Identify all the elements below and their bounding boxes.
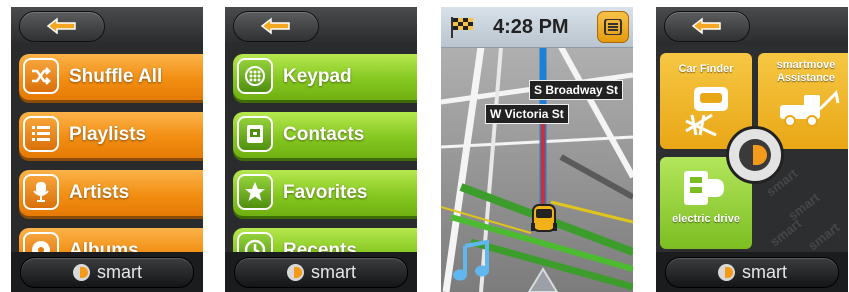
back-button[interactable] xyxy=(664,11,750,42)
smart-home-button[interactable]: smart xyxy=(665,257,839,288)
top-bar xyxy=(11,7,203,45)
car-icon xyxy=(531,204,557,232)
electric-plug-icon xyxy=(684,171,724,205)
navigation-header: 4:28 PM xyxy=(441,7,633,48)
smart-logo-icon xyxy=(287,264,304,281)
dialpad-icon xyxy=(237,58,273,94)
checkered-flag-icon xyxy=(451,17,473,38)
back-button[interactable] xyxy=(19,11,105,42)
menu-button[interactable] xyxy=(597,11,629,43)
menu-item-artists[interactable]: Artists xyxy=(11,165,203,220)
menu-item-label: Favorites xyxy=(283,182,368,203)
menu-icon xyxy=(604,19,622,35)
shuffle-icon xyxy=(23,58,59,94)
bottom-bar: smart xyxy=(225,252,417,292)
music-menu-panel: Shuffle All Playlists Artists Albums sma… xyxy=(11,7,203,292)
smart-home-button[interactable]: smart xyxy=(234,257,408,288)
phone-menu-panel: Keypad Contacts Favorites Recents smart xyxy=(225,7,417,292)
smart-logo-icon xyxy=(739,139,771,171)
smart-home-button[interactable]: smart xyxy=(20,257,194,288)
smart-logo-icon xyxy=(73,264,90,281)
smart-logo-icon xyxy=(718,264,735,281)
brand-label: smart xyxy=(97,262,142,282)
menu-item-label: Shuffle All xyxy=(69,66,163,87)
watermark-text: smart xyxy=(805,219,843,254)
tile-title: smartmove Assistance xyxy=(776,59,836,84)
car-finder-icon xyxy=(685,87,728,137)
smart-hub-button[interactable] xyxy=(726,126,784,184)
watermark-text: smart xyxy=(767,215,805,250)
top-bar xyxy=(225,7,417,45)
menu-item-label: Artists xyxy=(69,182,130,203)
menu-item-contacts[interactable]: Contacts xyxy=(225,107,417,162)
top-bar xyxy=(656,7,848,45)
back-button[interactable] xyxy=(233,11,319,42)
star-icon xyxy=(237,174,273,210)
clock-time: 4:28 PM xyxy=(493,16,569,38)
brand-label: smart xyxy=(742,262,787,282)
bottom-bar: smart xyxy=(11,252,203,292)
smart-menu-panel: smart smart smart smart Car Finder smart… xyxy=(656,7,848,292)
back-arrow-icon xyxy=(691,17,721,35)
tow-truck-icon xyxy=(780,89,840,127)
tile-title: electric drive xyxy=(672,213,740,225)
navigation-map-panel: 4:28 PM S Broadway St W Victoria St xyxy=(441,7,633,292)
menu-item-keypad[interactable]: Keypad xyxy=(225,49,417,104)
list-icon xyxy=(23,116,59,152)
menu-item-label: Keypad xyxy=(283,66,352,87)
bottom-bar: smart xyxy=(656,252,848,292)
back-arrow-icon xyxy=(46,17,76,35)
street-label-broadway: S Broadway St xyxy=(529,80,624,100)
back-arrow-icon xyxy=(260,17,290,35)
brand-label: smart xyxy=(311,262,356,282)
phone-book-icon xyxy=(237,116,273,152)
menu-item-label: Contacts xyxy=(283,124,365,145)
menu-item-shuffle-all[interactable]: Shuffle All xyxy=(11,49,203,104)
menu-item-playlists[interactable]: Playlists xyxy=(11,107,203,162)
microphone-icon xyxy=(23,174,59,210)
tile-title: Car Finder xyxy=(678,63,734,75)
street-label-victoria: W Victoria St xyxy=(485,104,569,124)
menu-item-favorites[interactable]: Favorites xyxy=(225,165,417,220)
menu-item-label: Playlists xyxy=(69,124,147,145)
music-note-icon[interactable] xyxy=(451,240,491,284)
